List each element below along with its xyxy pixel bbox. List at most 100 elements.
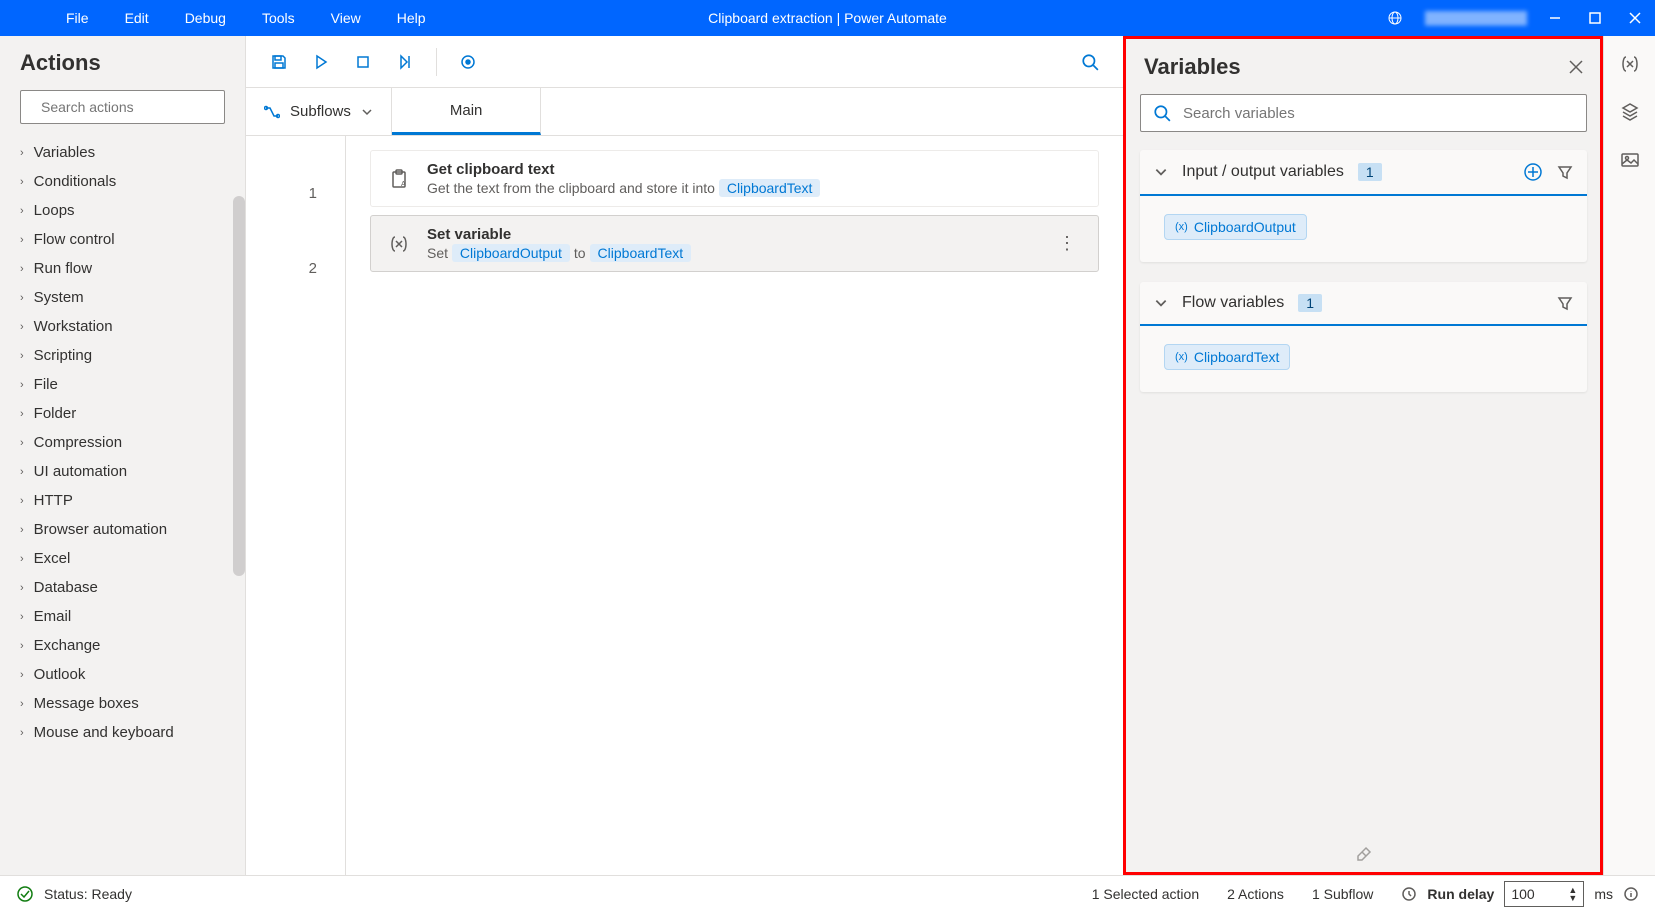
tab-main[interactable]: Main xyxy=(392,88,542,135)
actions-search[interactable] xyxy=(20,90,225,124)
chevron-right-icon: › xyxy=(20,553,24,565)
action-cat-ui-automation[interactable]: ›UI automation xyxy=(6,457,239,486)
action-cat-workstation[interactable]: ›Workstation xyxy=(6,312,239,341)
images-rail-icon[interactable] xyxy=(1620,150,1640,170)
menu-debug[interactable]: Debug xyxy=(167,2,244,34)
chevron-down-icon xyxy=(361,106,373,118)
chevron-right-icon: › xyxy=(20,640,24,652)
action-cat-exchange[interactable]: ›Exchange xyxy=(6,631,239,660)
environment-icon[interactable] xyxy=(1373,0,1417,36)
clipboard-icon: A xyxy=(385,165,413,193)
action-cat-loops[interactable]: ›Loops xyxy=(6,196,239,225)
step-description: Get the text from the clipboard and stor… xyxy=(427,180,1084,196)
subflows-count: 1 Subflow xyxy=(1312,886,1373,902)
action-cat-compression[interactable]: ›Compression xyxy=(6,428,239,457)
menu-edit[interactable]: Edit xyxy=(107,2,167,34)
variable-pill: ClipboardText xyxy=(719,179,821,197)
action-cat-folder[interactable]: ›Folder xyxy=(6,399,239,428)
ui-elements-rail-icon[interactable] xyxy=(1620,102,1640,122)
step-set-variable[interactable]: Set variable Set ClipboardOutputtoClipbo… xyxy=(370,215,1099,272)
action-cat-variables[interactable]: ›Variables xyxy=(6,138,239,167)
variables-rail-icon[interactable] xyxy=(1620,54,1640,74)
actions-search-input[interactable] xyxy=(41,99,222,115)
action-cat-http[interactable]: ›HTTP xyxy=(6,486,239,515)
designer-panel: Subflows Main 1 2 A Get clipboard text G… xyxy=(246,36,1123,875)
chevron-right-icon: › xyxy=(20,727,24,739)
more-options-button[interactable]: ⋮ xyxy=(1050,233,1084,254)
flow-canvas: 1 2 A Get clipboard text Get the text fr… xyxy=(246,136,1123,875)
step-button[interactable] xyxy=(386,43,424,81)
run-delay-label: Run delay xyxy=(1427,886,1494,902)
variable-value-box[interactable] xyxy=(1297,212,1447,242)
variable-chip[interactable]: (x)ClipboardOutput xyxy=(1164,214,1307,240)
eraser-icon[interactable] xyxy=(1355,845,1373,863)
menu-view[interactable]: View xyxy=(313,2,379,34)
menu-file[interactable]: File xyxy=(48,2,107,34)
stop-button[interactable] xyxy=(344,43,382,81)
io-variables-header[interactable]: Input / output variables 1 xyxy=(1140,150,1587,196)
action-cat-excel[interactable]: ›Excel xyxy=(6,544,239,573)
subflows-dropdown[interactable]: Subflows xyxy=(246,88,392,135)
action-cat-email[interactable]: ›Email xyxy=(6,602,239,631)
save-button[interactable] xyxy=(260,43,298,81)
status-ok-icon xyxy=(16,885,34,903)
search-icon xyxy=(1153,104,1171,122)
chevron-right-icon: › xyxy=(20,292,24,304)
title-bar: File Edit Debug Tools View Help Clipboar… xyxy=(0,0,1655,36)
chevron-down-icon xyxy=(1154,296,1168,310)
svg-text:A: A xyxy=(401,181,406,188)
right-rail xyxy=(1603,36,1655,875)
menu-help[interactable]: Help xyxy=(379,2,444,34)
info-icon[interactable] xyxy=(1623,886,1639,902)
action-cat-mouse-keyboard[interactable]: ›Mouse and keyboard xyxy=(6,718,239,747)
clock-icon xyxy=(1401,886,1417,902)
stepper-buttons[interactable]: ▲▼ xyxy=(1568,886,1577,902)
status-text: Status: Ready xyxy=(44,886,132,902)
action-cat-file[interactable]: ›File xyxy=(6,370,239,399)
action-cat-browser-automation[interactable]: ›Browser automation xyxy=(6,515,239,544)
toolbar xyxy=(246,36,1123,88)
line-numbers: 1 2 xyxy=(246,136,346,875)
minimize-button[interactable] xyxy=(1535,0,1575,36)
actions-list: ›Variables ›Conditionals ›Loops ›Flow co… xyxy=(0,138,245,861)
run-button[interactable] xyxy=(302,43,340,81)
variables-title: Variables xyxy=(1144,54,1241,80)
separator xyxy=(436,48,437,76)
section-title: Input / output variables xyxy=(1182,163,1344,181)
variable-chip[interactable]: (x)ClipboardText xyxy=(1164,344,1290,370)
chevron-right-icon: › xyxy=(20,466,24,478)
record-button[interactable] xyxy=(449,43,487,81)
environment-label: ████████████ xyxy=(1417,11,1535,25)
step-get-clipboard[interactable]: A Get clipboard text Get the text from t… xyxy=(370,150,1099,207)
filter-icon[interactable] xyxy=(1557,295,1573,311)
action-cat-scripting[interactable]: ›Scripting xyxy=(6,341,239,370)
action-cat-conditionals[interactable]: ›Conditionals xyxy=(6,167,239,196)
action-cat-message-boxes[interactable]: ›Message boxes xyxy=(6,689,239,718)
action-cat-system[interactable]: ›System xyxy=(6,283,239,312)
flow-variables-header[interactable]: Flow variables 1 xyxy=(1140,282,1587,326)
close-button[interactable] xyxy=(1615,0,1655,36)
scrollbar[interactable] xyxy=(233,196,245,576)
status-bar: Status: Ready 1 Selected action 2 Action… xyxy=(0,875,1655,911)
line-number: 1 xyxy=(246,156,317,231)
action-cat-flow-control[interactable]: ›Flow control xyxy=(6,225,239,254)
variables-search[interactable] xyxy=(1140,94,1587,132)
variable-pill: ClipboardOutput xyxy=(452,244,570,262)
close-panel-button[interactable] xyxy=(1569,60,1583,74)
variable-value-box[interactable] xyxy=(1280,342,1430,372)
maximize-button[interactable] xyxy=(1575,0,1615,36)
menu-tools[interactable]: Tools xyxy=(244,2,313,34)
chevron-right-icon: › xyxy=(20,611,24,623)
action-cat-database[interactable]: ›Database xyxy=(6,573,239,602)
filter-icon[interactable] xyxy=(1557,164,1573,180)
chevron-right-icon: › xyxy=(20,524,24,536)
actions-panel: Actions ›Variables ›Conditionals ›Loops … xyxy=(0,36,246,875)
action-cat-run-flow[interactable]: ›Run flow xyxy=(6,254,239,283)
add-variable-button[interactable] xyxy=(1523,162,1543,182)
run-delay-input[interactable]: 100 ▲▼ xyxy=(1504,881,1584,907)
action-cat-outlook[interactable]: ›Outlook xyxy=(6,660,239,689)
search-button[interactable] xyxy=(1071,43,1109,81)
variables-search-input[interactable] xyxy=(1183,105,1574,122)
variables-panel: Variables Input / output variables 1 (x)… xyxy=(1123,36,1603,875)
window-title: Clipboard extraction | Power Automate xyxy=(708,10,947,26)
